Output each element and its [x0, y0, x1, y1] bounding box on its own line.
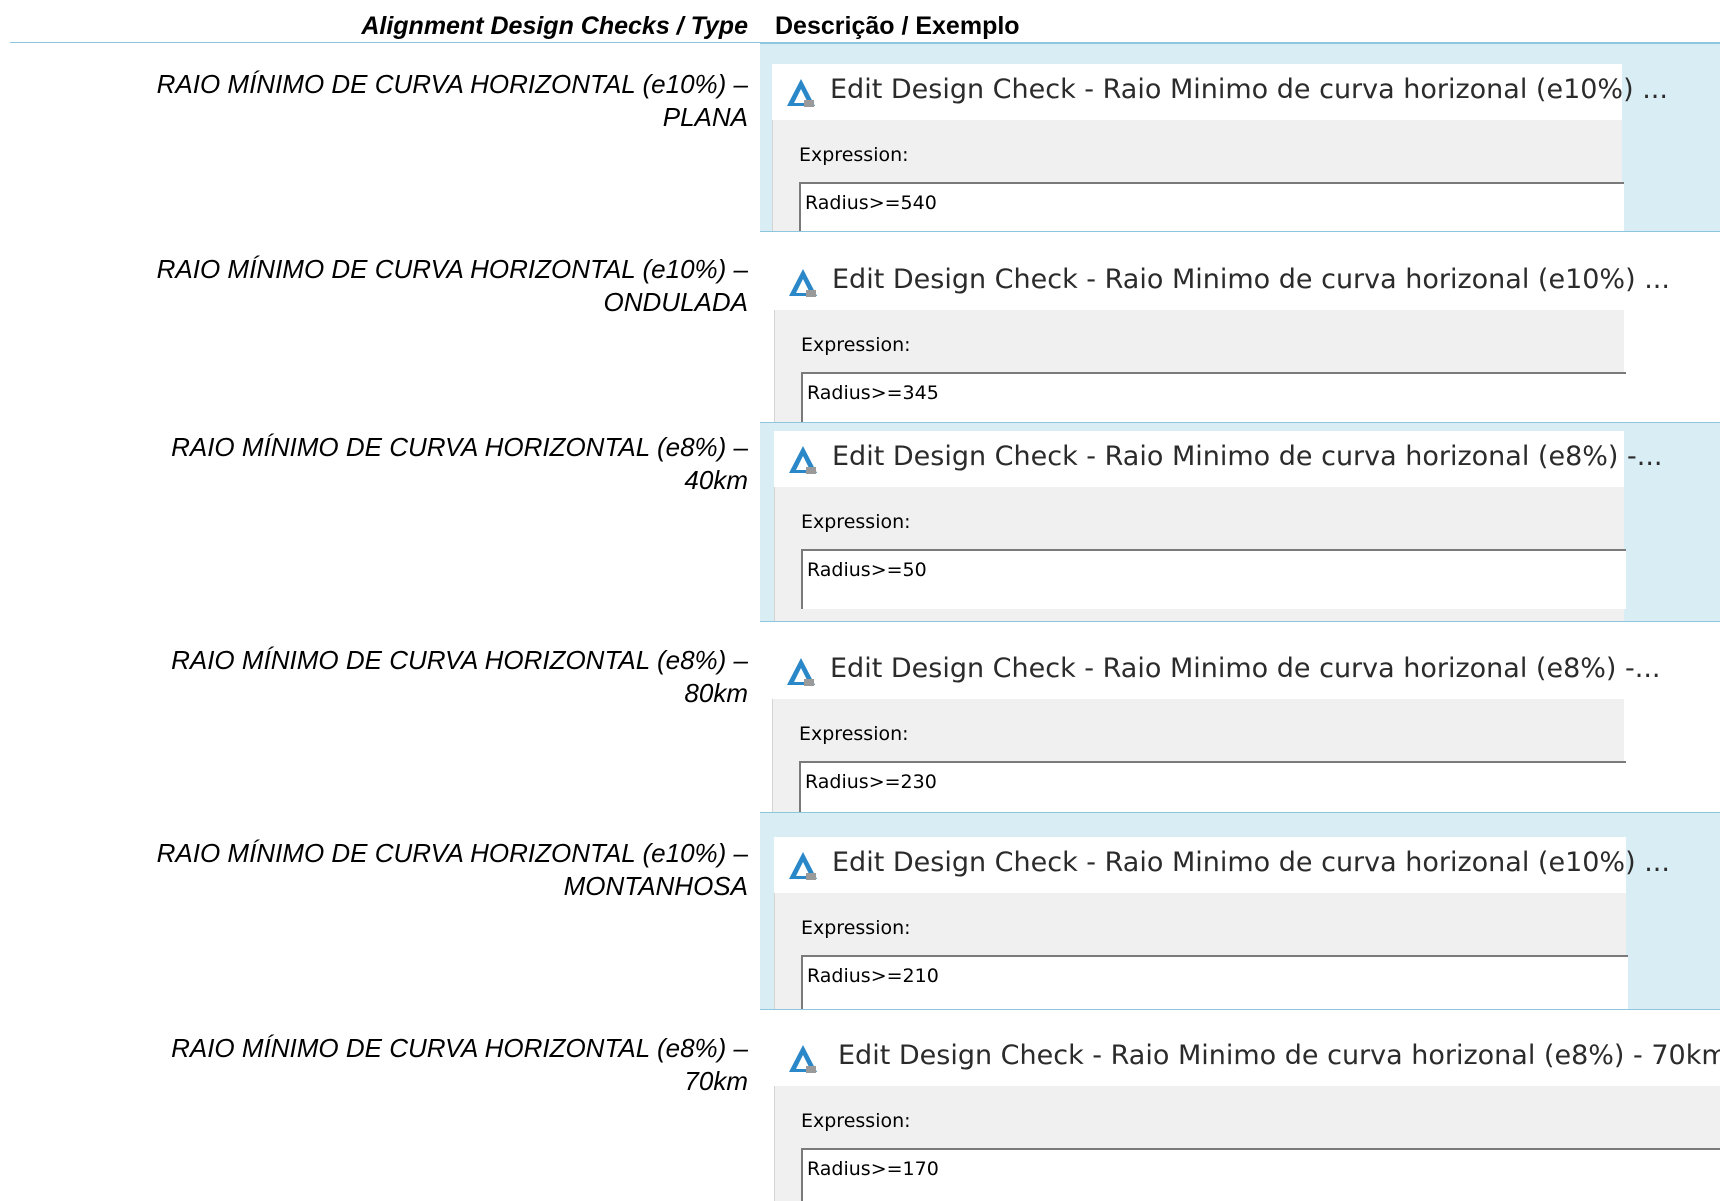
- expression-value: Radius>=50: [807, 559, 927, 581]
- autocad-civil-app-icon: [789, 269, 817, 297]
- expression-label: Expression:: [799, 144, 909, 166]
- document-page: Alignment Design Checks / Type Descrição…: [0, 0, 1720, 1201]
- check-type-label: RAIO MÍNIMO DE CURVA HORIZONTAL (e10%) –…: [0, 837, 748, 903]
- dialog-title: Edit Design Check - Raio Minimo de curva…: [832, 441, 1663, 472]
- edit-design-check-dialog: Edit Design Check - Raio Minimo de curva…: [774, 837, 1670, 1009]
- label-line: RAIO MÍNIMO DE CURVA HORIZONTAL (e8%) –: [171, 432, 748, 462]
- table-row: RAIO MÍNIMO DE CURVA HORIZONTAL (e10%) –…: [0, 43, 1720, 231]
- dialog-title: Edit Design Check - Raio Minimo de curva…: [832, 847, 1670, 878]
- label-line: MONTANHOSA: [563, 871, 748, 901]
- example-panel: Edit Design Check - Raio Minimo de curva…: [760, 812, 1720, 1009]
- dialog-title: Edit Design Check - Raio Minimo de curva…: [830, 653, 1661, 684]
- dialog-titlebar[interactable]: Edit Design Check - Raio Minimo de curva…: [772, 64, 1668, 120]
- expression-value: Radius>=170: [807, 1158, 939, 1180]
- example-panel: Edit Design Check - Raio Minimo de curva…: [760, 621, 1720, 812]
- dialog-body: Expression: Radius>=230: [772, 699, 1626, 812]
- label-line: RAIO MÍNIMO DE CURVA HORIZONTAL (e10%) –: [156, 69, 748, 99]
- label-line: RAIO MÍNIMO DE CURVA HORIZONTAL (e10%) –: [156, 838, 748, 868]
- expression-input[interactable]: Radius>=210: [801, 955, 1628, 1009]
- label-line: RAIO MÍNIMO DE CURVA HORIZONTAL (e8%) –: [171, 1033, 748, 1063]
- example-panel: Edit Design Check - Raio Minimo de curva…: [760, 231, 1720, 422]
- label-line: RAIO MÍNIMO DE CURVA HORIZONTAL (e10%) –: [156, 254, 748, 284]
- expression-label: Expression:: [801, 334, 911, 356]
- table-row: RAIO MÍNIMO DE CURVA HORIZONTAL (e8%) – …: [0, 1009, 1720, 1201]
- dialog-titlebar[interactable]: Edit Design Check - Raio Minimo de curva…: [774, 431, 1663, 487]
- dialog-titlebar[interactable]: Edit Design Check - Raio Minimo de curva…: [774, 254, 1670, 310]
- check-type-label: RAIO MÍNIMO DE CURVA HORIZONTAL (e8%) – …: [0, 644, 748, 710]
- label-line: ONDULADA: [603, 287, 748, 317]
- label-line: 40km: [684, 465, 748, 495]
- dialog-titlebar[interactable]: Edit Design Check - Raio Minimo de curva…: [774, 1030, 1720, 1086]
- check-type-label: RAIO MÍNIMO DE CURVA HORIZONTAL (e8%) – …: [0, 1032, 748, 1098]
- expression-value: Radius>=210: [807, 965, 939, 987]
- label-line: PLANA: [662, 102, 748, 132]
- column-header-description: Descrição / Exemplo: [775, 12, 1020, 40]
- label-line: RAIO MÍNIMO DE CURVA HORIZONTAL (e8%) –: [171, 645, 748, 675]
- expression-input[interactable]: Radius>=540: [799, 182, 1624, 231]
- dialog-title: Edit Design Check - Raio Minimo de curva…: [832, 264, 1670, 295]
- autocad-civil-app-icon: [787, 79, 815, 107]
- expression-label: Expression:: [801, 917, 911, 939]
- expression-label: Expression:: [799, 723, 909, 745]
- expression-input[interactable]: Radius>=170: [801, 1148, 1720, 1201]
- label-line: 70km: [684, 1066, 748, 1096]
- edit-design-check-dialog: Edit Design Check - Raio Minimo de curva…: [774, 254, 1670, 422]
- example-panel: Edit Design Check - Raio Minimo de curva…: [760, 422, 1720, 621]
- edit-design-check-dialog: Edit Design Check - Raio Minimo de curva…: [772, 64, 1668, 231]
- example-panel: Edit Design Check - Raio Minimo de curva…: [760, 1009, 1720, 1201]
- check-type-label: RAIO MÍNIMO DE CURVA HORIZONTAL (e10%) –…: [0, 253, 748, 319]
- table-row: RAIO MÍNIMO DE CURVA HORIZONTAL (e8%) – …: [0, 621, 1720, 812]
- dialog-title: Edit Design Check - Raio Minimo de curva…: [838, 1040, 1720, 1071]
- dialog-titlebar[interactable]: Edit Design Check - Raio Minimo de curva…: [774, 837, 1670, 893]
- edit-design-check-dialog: Edit Design Check - Raio Minimo de curva…: [774, 1030, 1720, 1201]
- example-panel: Edit Design Check - Raio Minimo de curva…: [760, 43, 1720, 231]
- autocad-civil-app-icon: [789, 852, 817, 880]
- table-row: RAIO MÍNIMO DE CURVA HORIZONTAL (e8%) – …: [0, 422, 1720, 621]
- table-row: RAIO MÍNIMO DE CURVA HORIZONTAL (e10%) –…: [0, 812, 1720, 1009]
- expression-input[interactable]: Radius>=50: [801, 549, 1626, 609]
- autocad-civil-app-icon: [789, 1045, 817, 1073]
- table-row: RAIO MÍNIMO DE CURVA HORIZONTAL (e10%) –…: [0, 231, 1720, 422]
- expression-input[interactable]: Radius>=230: [799, 761, 1626, 812]
- dialog-body: Expression: Radius>=345: [774, 310, 1626, 422]
- autocad-civil-app-icon: [789, 446, 817, 474]
- dialog-body: Expression: Radius>=540: [772, 120, 1624, 231]
- check-type-label: RAIO MÍNIMO DE CURVA HORIZONTAL (e10%) –…: [0, 68, 748, 134]
- label-line: 80km: [684, 678, 748, 708]
- dialog-body: Expression: Radius>=50: [774, 487, 1626, 621]
- dialog-body: Expression: Radius>=170: [774, 1086, 1720, 1201]
- dialog-titlebar[interactable]: Edit Design Check - Raio Minimo de curva…: [772, 643, 1661, 699]
- expression-label: Expression:: [801, 511, 911, 533]
- check-type-label: RAIO MÍNIMO DE CURVA HORIZONTAL (e8%) – …: [0, 431, 748, 497]
- expression-value: Radius>=230: [805, 771, 937, 793]
- expression-label: Expression:: [801, 1110, 911, 1132]
- expression-value: Radius>=345: [807, 382, 939, 404]
- autocad-civil-app-icon: [787, 658, 815, 686]
- dialog-body: Expression: Radius>=210: [774, 893, 1628, 1009]
- expression-value: Radius>=540: [805, 192, 937, 214]
- dialog-title: Edit Design Check - Raio Minimo de curva…: [830, 74, 1668, 105]
- edit-design-check-dialog: Edit Design Check - Raio Minimo de curva…: [772, 643, 1661, 812]
- column-header-type: Alignment Design Checks / Type: [361, 12, 748, 40]
- edit-design-check-dialog: Edit Design Check - Raio Minimo de curva…: [774, 431, 1663, 621]
- expression-input[interactable]: Radius>=345: [801, 372, 1626, 422]
